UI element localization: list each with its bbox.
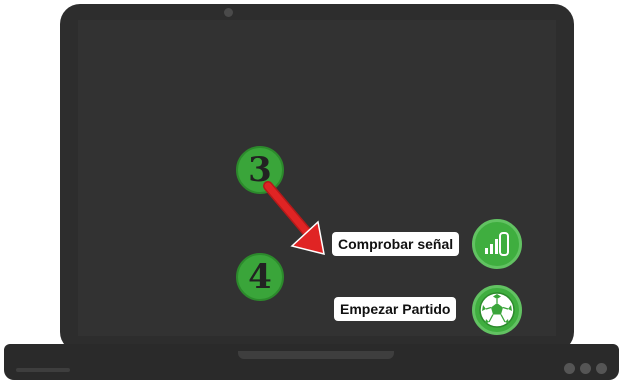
webcam	[224, 8, 233, 17]
laptop-hinge-notch	[238, 351, 394, 359]
pointer-arrow-icon	[263, 181, 325, 256]
start-match-label[interactable]: Empezar Partido	[334, 297, 457, 321]
check-signal-label[interactable]: Comprobar señal	[332, 232, 460, 256]
start-match-button[interactable]	[472, 285, 522, 335]
speaker-grille	[16, 368, 70, 372]
signal-strength-icon	[485, 232, 509, 256]
indicator-light	[564, 363, 575, 374]
indicator-light	[580, 363, 591, 374]
check-signal-button[interactable]	[472, 219, 522, 269]
soccer-ball-icon	[479, 292, 515, 328]
indicator-light	[596, 363, 607, 374]
step-4-badge: 4	[236, 253, 284, 301]
laptop-base	[4, 344, 619, 380]
